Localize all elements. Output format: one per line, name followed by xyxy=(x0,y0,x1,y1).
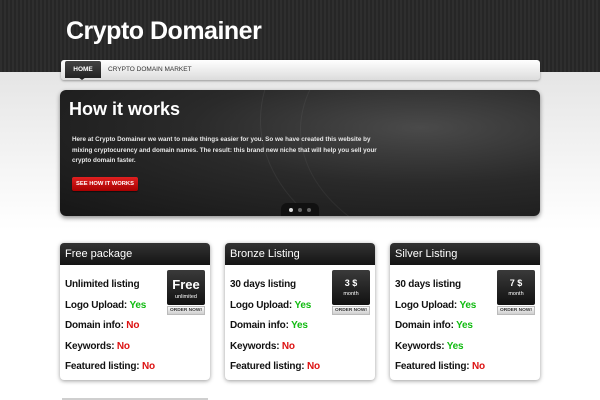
feature-label: Keywords: xyxy=(230,340,282,352)
price-badge: 7 $ month ORDER NOW! xyxy=(497,270,535,317)
price-box: 7 $ month xyxy=(497,270,535,305)
feature-label: Keywords: xyxy=(65,340,117,352)
order-now-button[interactable]: ORDER NOW! xyxy=(497,306,535,315)
order-now-button[interactable]: ORDER NOW! xyxy=(167,306,205,315)
feature-item: Logo Upload: Yes xyxy=(230,300,320,321)
feature-item: Keywords: No xyxy=(230,341,320,362)
feature-label: Featured listing: xyxy=(395,361,472,372)
slider-dot-2[interactable] xyxy=(298,208,302,212)
price-unit: unlimited xyxy=(174,294,197,300)
price-box: Free unlimited xyxy=(167,270,205,305)
feature-value: No xyxy=(281,340,295,352)
pricing-card-silver: Silver Listing 30 days listing Logo Uplo… xyxy=(390,243,540,380)
feature-value: No xyxy=(306,361,320,372)
hero-slider: How it works Here at Crypto Domainer we … xyxy=(60,90,540,216)
feature-item: Unlimited listing xyxy=(65,279,155,300)
price-unit: month xyxy=(343,291,359,297)
slider-dot-3[interactable] xyxy=(307,208,311,212)
feature-value: No xyxy=(141,361,155,372)
feature-label: Domain info: xyxy=(65,320,127,331)
slider-pagination xyxy=(281,203,319,216)
nav-item-crypto-domain-market[interactable]: CRYPTO DOMAIN MARKET xyxy=(108,60,192,80)
feature-value: Yes xyxy=(294,299,312,311)
see-how-it-works-button[interactable]: SEE HOW IT WORKS xyxy=(72,177,138,191)
feature-item: Keywords: Yes xyxy=(395,341,485,362)
feature-label: Logo Upload: xyxy=(230,299,295,311)
slider-description: Here at Crypto Domainer we want to make … xyxy=(72,136,377,164)
card-title: Silver Listing xyxy=(390,243,540,265)
feature-item: Featured listing: No xyxy=(65,361,155,382)
feature-item: Keywords: No xyxy=(65,341,155,362)
feature-value: Yes xyxy=(456,320,473,331)
feature-label: Featured listing: xyxy=(65,361,142,372)
feature-value: Yes xyxy=(129,299,147,311)
feature-label: Featured listing: xyxy=(230,361,307,372)
feature-label: Keywords: xyxy=(395,340,447,352)
slider-dot-1[interactable] xyxy=(289,208,293,212)
nav-active-pointer xyxy=(78,77,86,80)
pricing-card-bronze: Bronze Listing 30 days listing Logo Uplo… xyxy=(225,243,375,380)
feature-item: 30 days listing xyxy=(395,279,485,300)
feature-value: No xyxy=(116,340,130,352)
card-title: Bronze Listing xyxy=(225,243,375,265)
price-value: Free xyxy=(172,277,200,292)
feature-list: Unlimited listing Logo Upload: Yes Domai… xyxy=(65,279,155,382)
order-now-button[interactable]: ORDER NOW! xyxy=(332,306,370,315)
feature-value: Yes xyxy=(446,340,464,352)
price-badge: 3 $ month ORDER NOW! xyxy=(332,270,370,317)
feature-label: 30 days listing xyxy=(395,279,461,290)
feature-label: Unlimited listing xyxy=(65,279,140,290)
feature-value: No xyxy=(471,361,485,372)
price-value: 3 $ xyxy=(344,278,358,288)
price-value: 7 $ xyxy=(509,278,523,288)
feature-item: 30 days listing xyxy=(230,279,320,300)
feature-item: Domain info: Yes xyxy=(395,320,485,341)
feature-label: Domain info: xyxy=(395,320,457,331)
price-unit: month xyxy=(508,291,524,297)
feature-value: No xyxy=(126,320,140,331)
feature-label: Domain info: xyxy=(230,320,292,331)
feature-list: 30 days listing Logo Upload: Yes Domain … xyxy=(230,279,320,382)
pricing-card-free: Free package Unlimited listing Logo Uplo… xyxy=(60,243,210,380)
feature-item: Featured listing: No xyxy=(230,361,320,382)
feature-item: Featured listing: No xyxy=(395,361,485,382)
feature-item: Logo Upload: Yes xyxy=(65,300,155,321)
nav-item-home[interactable]: HOME xyxy=(65,61,101,78)
main-nav: HOME CRYPTO DOMAIN MARKET xyxy=(61,60,540,80)
site-logo[interactable]: Crypto Domainer xyxy=(66,17,262,46)
feature-value: Yes xyxy=(291,320,308,331)
feature-item: Domain info: No xyxy=(65,320,155,341)
feature-label: Logo Upload: xyxy=(395,299,460,311)
feature-value: Yes xyxy=(459,299,477,311)
price-box: 3 $ month xyxy=(332,270,370,305)
feature-item: Logo Upload: Yes xyxy=(395,300,485,321)
feature-label: Logo Upload: xyxy=(65,299,130,311)
feature-label: 30 days listing xyxy=(230,279,296,290)
card-title: Free package xyxy=(60,243,210,265)
slider-title: How it works xyxy=(69,99,181,119)
feature-list: 30 days listing Logo Upload: Yes Domain … xyxy=(395,279,485,382)
price-badge: Free unlimited ORDER NOW! xyxy=(167,270,205,317)
feature-item: Domain info: Yes xyxy=(230,320,320,341)
